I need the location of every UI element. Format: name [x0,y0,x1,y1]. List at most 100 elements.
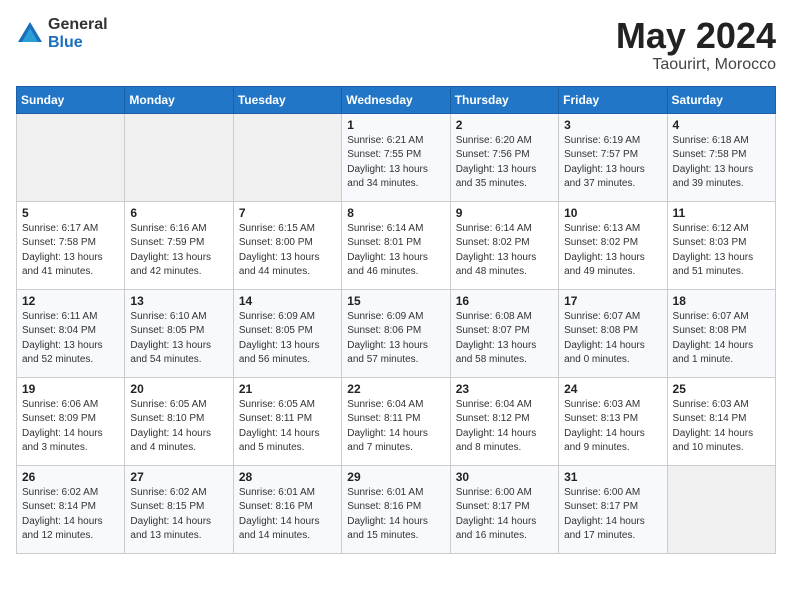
day-number: 23 [456,382,553,396]
day-number: 4 [673,118,770,132]
calendar-cell: 14 Sunrise: 6:09 AM Sunset: 8:05 PM Dayli… [233,289,341,377]
calendar-cell: 17 Sunrise: 6:07 AM Sunset: 8:08 PM Dayli… [559,289,667,377]
calendar-cell: 19 Sunrise: 6:06 AM Sunset: 8:09 PM Dayli… [17,377,125,465]
month-year: May 2024 [616,16,776,56]
calendar-cell: 21Sunrise: 6:05 AM Sunset: 8:11 PM Dayli… [233,377,341,465]
calendar-cell: 11 Sunrise: 6:12 AM Sunset: 8:03 PM Dayli… [667,201,775,289]
day-info: Sunrise: 6:00 AM Sunset: 8:17 PM Dayligh… [564,486,661,544]
day-number: 29 [347,470,444,484]
calendar-cell: 3 Sunrise: 6:19 AM Sunset: 7:57 PM Daylig… [559,113,667,201]
day-number: 15 [347,294,444,308]
calendar-cell: 7Sunrise: 6:15 AM Sunset: 8:00 PM Daylig… [233,201,341,289]
day-number: 25 [673,382,770,396]
logo-blue: Blue [48,34,108,52]
day-number: 20 [130,382,227,396]
calendar-cell: 8 Sunrise: 6:14 AM Sunset: 8:01 PM Daylig… [342,201,450,289]
day-number: 18 [673,294,770,308]
weekday-header: Monday [125,86,233,113]
day-number: 9 [456,206,553,220]
day-number: 22 [347,382,444,396]
day-info: Sunrise: 6:19 AM Sunset: 7:57 PM Dayligh… [564,134,661,192]
calendar-cell: 24Sunrise: 6:03 AM Sunset: 8:13 PM Dayli… [559,377,667,465]
calendar-cell: 25 Sunrise: 6:03 AM Sunset: 8:14 PM Dayli… [667,377,775,465]
day-number: 10 [564,206,661,220]
day-info: Sunrise: 6:12 AM Sunset: 8:03 PM Dayligh… [673,222,770,280]
calendar-cell: 12Sunrise: 6:11 AM Sunset: 8:04 PM Dayli… [17,289,125,377]
calendar-cell: 4 Sunrise: 6:18 AM Sunset: 7:58 PM Daylig… [667,113,775,201]
logo: General Blue [16,16,108,51]
day-info: Sunrise: 6:16 AM Sunset: 7:59 PM Dayligh… [130,222,227,280]
day-number: 2 [456,118,553,132]
day-info: Sunrise: 6:05 AM Sunset: 8:10 PM Dayligh… [130,398,227,456]
day-info: Sunrise: 6:17 AM Sunset: 7:58 PM Dayligh… [22,222,119,280]
calendar-cell: 28Sunrise: 6:01 AM Sunset: 8:16 PM Dayli… [233,465,341,553]
calendar-cell: 13 Sunrise: 6:10 AM Sunset: 8:05 PM Dayli… [125,289,233,377]
calendar-cell: 6 Sunrise: 6:16 AM Sunset: 7:59 PM Daylig… [125,201,233,289]
day-number: 31 [564,470,661,484]
day-info: Sunrise: 6:05 AM Sunset: 8:11 PM Dayligh… [239,398,336,456]
day-number: 8 [347,206,444,220]
calendar-cell: 18 Sunrise: 6:07 AM Sunset: 8:08 PM Dayli… [667,289,775,377]
day-info: Sunrise: 6:00 AM Sunset: 8:17 PM Dayligh… [456,486,553,544]
weekday-header: Wednesday [342,86,450,113]
day-info: Sunrise: 6:09 AM Sunset: 8:06 PM Dayligh… [347,310,444,368]
calendar-cell [17,113,125,201]
day-info: Sunrise: 6:04 AM Sunset: 8:12 PM Dayligh… [456,398,553,456]
day-info: Sunrise: 6:06 AM Sunset: 8:09 PM Dayligh… [22,398,119,456]
calendar-cell [125,113,233,201]
day-info: Sunrise: 6:09 AM Sunset: 8:05 PM Dayligh… [239,310,336,368]
calendar-cell: 9 Sunrise: 6:14 AM Sunset: 8:02 PM Daylig… [450,201,558,289]
day-number: 26 [22,470,119,484]
day-number: 28 [239,470,336,484]
day-number: 13 [130,294,227,308]
calendar-cell: 5 Sunrise: 6:17 AM Sunset: 7:58 PM Daylig… [17,201,125,289]
day-info: Sunrise: 6:21 AM Sunset: 7:55 PM Dayligh… [347,134,444,192]
day-info: Sunrise: 6:04 AM Sunset: 8:11 PM Dayligh… [347,398,444,456]
day-info: Sunrise: 6:02 AM Sunset: 8:15 PM Dayligh… [130,486,227,544]
day-number: 16 [456,294,553,308]
calendar-cell: 22 Sunrise: 6:04 AM Sunset: 8:11 PM Dayli… [342,377,450,465]
calendar-cell [667,465,775,553]
day-number: 5 [22,206,119,220]
calendar-cell: 27 Sunrise: 6:02 AM Sunset: 8:15 PM Dayli… [125,465,233,553]
day-number: 24 [564,382,661,396]
day-info: Sunrise: 6:07 AM Sunset: 8:08 PM Dayligh… [673,310,770,368]
day-number: 14 [239,294,336,308]
calendar-cell: 16Sunrise: 6:08 AM Sunset: 8:07 PM Dayli… [450,289,558,377]
calendar-cell: 1 Sunrise: 6:21 AM Sunset: 7:55 PM Daylig… [342,113,450,201]
calendar-week-row: 5 Sunrise: 6:17 AM Sunset: 7:58 PM Daylig… [17,201,776,289]
weekday-header: Sunday [17,86,125,113]
day-info: Sunrise: 6:14 AM Sunset: 8:01 PM Dayligh… [347,222,444,280]
weekday-header: Thursday [450,86,558,113]
day-info: Sunrise: 6:01 AM Sunset: 8:16 PM Dayligh… [347,486,444,544]
weekday-header: Friday [559,86,667,113]
page-header: General Blue May 2024 Taourirt, Morocco [16,16,776,74]
calendar-cell: 26Sunrise: 6:02 AM Sunset: 8:14 PM Dayli… [17,465,125,553]
day-number: 6 [130,206,227,220]
calendar-week-row: 12Sunrise: 6:11 AM Sunset: 8:04 PM Dayli… [17,289,776,377]
calendar-week-row: 19 Sunrise: 6:06 AM Sunset: 8:09 PM Dayli… [17,377,776,465]
day-info: Sunrise: 6:18 AM Sunset: 7:58 PM Dayligh… [673,134,770,192]
day-info: Sunrise: 6:14 AM Sunset: 8:02 PM Dayligh… [456,222,553,280]
weekday-header: Tuesday [233,86,341,113]
day-number: 27 [130,470,227,484]
calendar-cell: 20 Sunrise: 6:05 AM Sunset: 8:10 PM Dayli… [125,377,233,465]
day-info: Sunrise: 6:10 AM Sunset: 8:05 PM Dayligh… [130,310,227,368]
weekday-header: Saturday [667,86,775,113]
day-info: Sunrise: 6:07 AM Sunset: 8:08 PM Dayligh… [564,310,661,368]
calendar-cell: 23 Sunrise: 6:04 AM Sunset: 8:12 PM Dayli… [450,377,558,465]
location: Taourirt, Morocco [616,56,776,74]
logo-icon [16,20,44,48]
day-number: 3 [564,118,661,132]
day-info: Sunrise: 6:11 AM Sunset: 8:04 PM Dayligh… [22,310,119,368]
day-info: Sunrise: 6:20 AM Sunset: 7:56 PM Dayligh… [456,134,553,192]
logo-general: General [48,16,108,34]
day-number: 30 [456,470,553,484]
day-info: Sunrise: 6:03 AM Sunset: 8:14 PM Dayligh… [673,398,770,456]
day-number: 11 [673,206,770,220]
day-number: 17 [564,294,661,308]
calendar-week-row: 26Sunrise: 6:02 AM Sunset: 8:14 PM Dayli… [17,465,776,553]
day-number: 1 [347,118,444,132]
calendar-cell [233,113,341,201]
day-number: 19 [22,382,119,396]
